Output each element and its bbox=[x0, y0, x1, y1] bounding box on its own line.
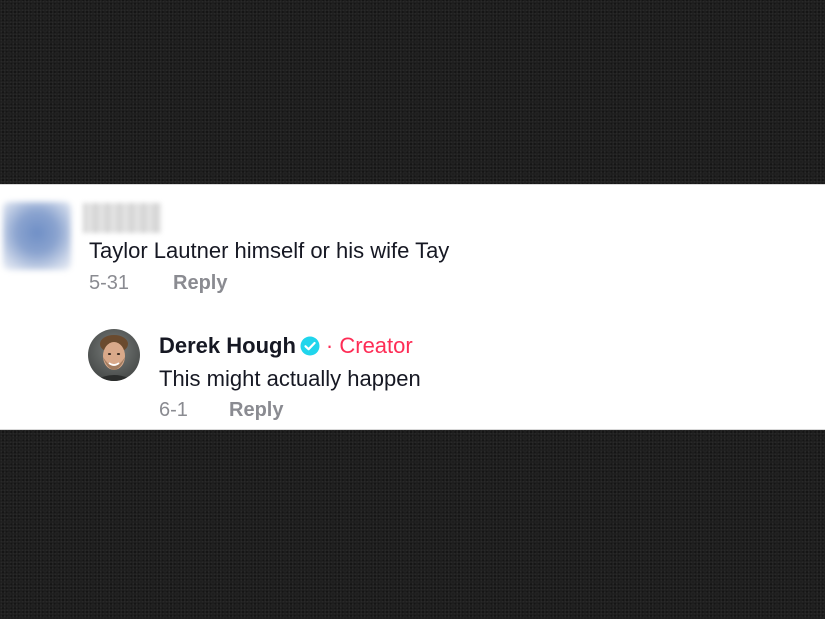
creator-header: Derek Hough · Creator bbox=[159, 333, 413, 359]
creator-name[interactable]: Derek Hough bbox=[159, 333, 296, 359]
creator-tag: · Creator bbox=[325, 333, 413, 358]
commenter-avatar-blurred[interactable] bbox=[3, 202, 71, 270]
reply-reply-button[interactable]: Reply bbox=[229, 399, 283, 422]
reply-date: 6-1 bbox=[159, 399, 188, 421]
comment-thread-panel: Taylor Lautner himself or his wife Tay 5… bbox=[0, 184, 825, 430]
comment-date: 5-31 bbox=[89, 272, 130, 294]
verified-badge-icon bbox=[300, 336, 320, 356]
comment-reply-button[interactable]: Reply bbox=[173, 272, 227, 295]
creator-avatar[interactable] bbox=[88, 329, 140, 381]
creator-avatar-image bbox=[88, 329, 140, 381]
reply-text: This might actually happen bbox=[159, 366, 421, 391]
commenter-name-blurred[interactable] bbox=[83, 203, 161, 233]
comment-text: Taylor Lautner himself or his wife Tay bbox=[89, 238, 450, 263]
